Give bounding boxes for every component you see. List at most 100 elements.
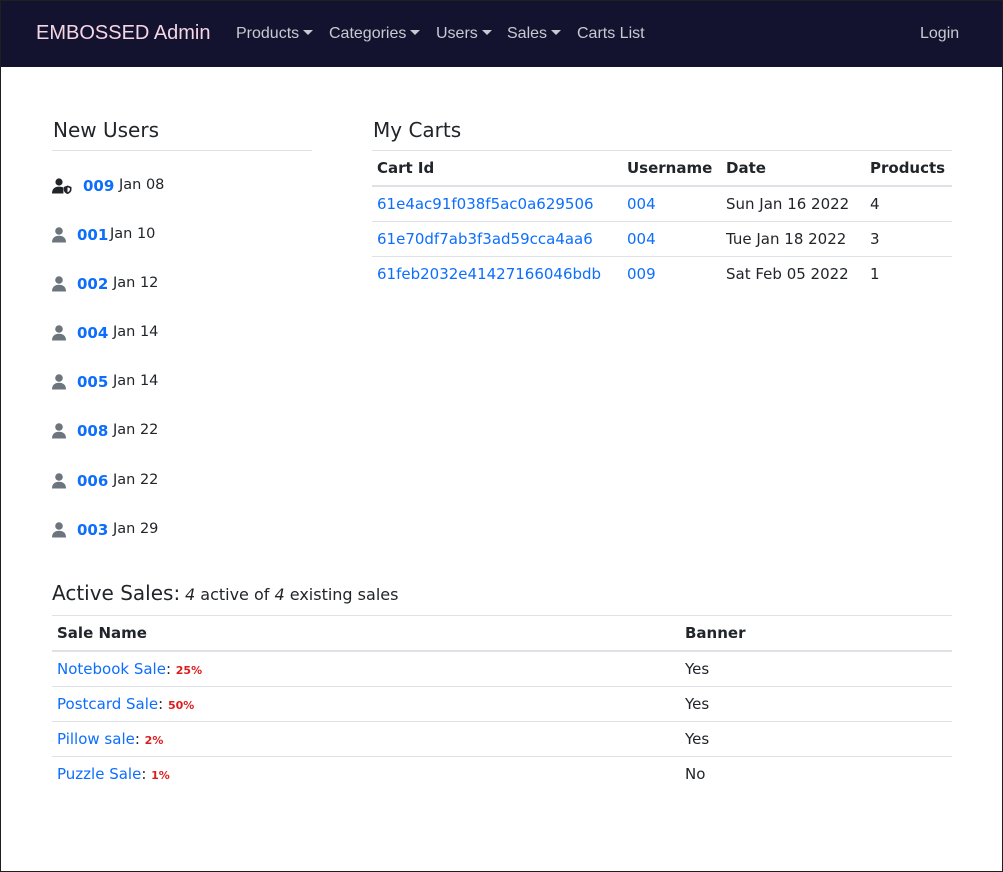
table-row: Pillow sale: 2% Yes	[52, 721, 952, 757]
nav-carts-list-link[interactable]: Carts List	[577, 25, 645, 43]
username-cell: 004	[622, 186, 721, 222]
column-header-date: Date	[721, 151, 865, 187]
new-users-heading: New Users	[53, 118, 159, 142]
active-sales-title: Active Sales:	[52, 581, 181, 605]
caret-down-icon	[410, 30, 421, 35]
table-row: 61e4ac91f038f5ac0a629506 004 Sun Jan 16 …	[372, 186, 952, 222]
sale-name-cell: Postcard Sale: 50%	[52, 686, 680, 722]
table-row: 61feb2032e41427166046bdb 009 Sat Feb 05 …	[372, 256, 952, 291]
table-row: Puzzle Sale: 1% No	[52, 756, 952, 791]
date-cell: Tue Jan 18 2022	[721, 221, 865, 257]
carts-table: Cart Id Username Date Products 61e4ac91f…	[372, 151, 952, 291]
banner-cell: Yes	[680, 721, 952, 757]
sale-name-cell: Puzzle Sale: 1%	[57, 764, 170, 783]
date-cell: Sat Feb 05 2022	[726, 264, 849, 283]
active-count: 4	[184, 585, 196, 604]
user-join-date: Jan 14	[113, 373, 159, 389]
nav-sales-label: Sales	[507, 25, 548, 42]
brand-link[interactable]: EMBOSSED Admin	[36, 22, 211, 45]
user-id-link[interactable]: 001	[77, 226, 108, 244]
banner-cell: No	[685, 764, 706, 783]
user-join-date: Jan 22	[113, 422, 159, 438]
sale-percent: 50%	[167, 698, 195, 712]
nav-users-label: Users	[436, 25, 478, 42]
username-link[interactable]: 009	[627, 265, 656, 283]
active-sales-summary: 4 active of 4 existing sales	[185, 585, 398, 604]
user-id-link[interactable]: 008	[77, 422, 108, 440]
user-icon	[52, 473, 66, 489]
nav-categories-dropdown[interactable]: Categories	[329, 25, 421, 43]
user-id-link[interactable]: 004	[77, 324, 108, 342]
table-row: 61e70df7ab3f3ad59cca4aa6 004 Tue Jan 18 …	[372, 221, 952, 257]
sale-percent: 2%	[144, 733, 164, 747]
username-cell: 004	[622, 221, 721, 257]
sale-name-link[interactable]: Puzzle Sale	[57, 765, 141, 783]
table-header-row: Cart Id Username Date Products	[372, 151, 952, 187]
cart-id-link[interactable]: 61e70df7ab3f3ad59cca4aa6	[377, 230, 593, 248]
column-header-sale-name: Sale Name	[52, 616, 680, 652]
user-join-date: Jan 12	[113, 275, 159, 291]
user-icon	[52, 522, 66, 538]
active-sales-heading: Active Sales: 4 active of 4 existing sal…	[52, 581, 398, 605]
nav-products-dropdown[interactable]: Products	[236, 25, 314, 43]
total-count: 4	[274, 585, 285, 604]
sale-name-cell: Pillow sale: 2%	[52, 721, 680, 757]
caret-down-icon	[303, 30, 314, 35]
date-cell: Sun Jan 16 2022	[721, 186, 865, 222]
products-count-cell: 1	[870, 264, 880, 283]
total-text: existing sales	[284, 585, 399, 604]
caret-down-icon	[551, 30, 562, 35]
user-icon	[52, 423, 66, 439]
user-shield-icon	[52, 178, 72, 194]
sale-percent: 25%	[175, 663, 203, 677]
cart-id-cell: 61e4ac91f038f5ac0a629506	[372, 186, 622, 222]
user-join-date: Jan 22	[113, 472, 159, 488]
sale-percent: 1%	[151, 768, 170, 782]
top-navbar: EMBOSSED Admin Products Categories Users…	[1, 1, 1002, 67]
cart-id-cell: 61e70df7ab3f3ad59cca4aa6	[372, 221, 622, 257]
table-row: Notebook Sale: 25% Yes	[52, 651, 952, 687]
nav-categories-label: Categories	[329, 25, 407, 42]
nav-products-label: Products	[236, 25, 300, 42]
nav-sales-dropdown[interactable]: Sales	[507, 25, 562, 43]
sales-table: Sale Name Banner Notebook Sale: 25% Yes …	[52, 616, 952, 791]
column-header-products: Products	[865, 151, 952, 187]
divider	[52, 150, 312, 151]
user-icon	[52, 374, 66, 390]
table-row: Postcard Sale: 50% Yes	[52, 686, 952, 722]
user-join-date: Jan 08	[119, 177, 165, 193]
column-header-cart-id: Cart Id	[372, 151, 622, 187]
column-header-username: Username	[622, 151, 721, 187]
products-count-cell: 3	[865, 221, 952, 257]
sale-name-cell: Notebook Sale: 25%	[52, 651, 680, 687]
user-id-link[interactable]: 003	[77, 521, 108, 539]
cart-id-link[interactable]: 61feb2032e41427166046bdb	[377, 265, 601, 283]
user-join-date: Jan 29	[113, 521, 159, 537]
products-count-cell: 4	[865, 186, 952, 222]
sale-name-link[interactable]: Postcard Sale	[57, 695, 158, 713]
user-icon	[52, 276, 66, 292]
user-icon	[52, 227, 66, 243]
caret-down-icon	[481, 30, 492, 35]
my-carts-heading: My Carts	[373, 118, 462, 142]
nav-users-dropdown[interactable]: Users	[436, 25, 492, 43]
banner-cell: Yes	[680, 651, 952, 687]
username-link[interactable]: 004	[627, 195, 656, 213]
banner-cell: Yes	[680, 686, 952, 722]
sale-name-link[interactable]: Notebook Sale	[57, 660, 166, 678]
user-join-date: Jan 14	[113, 324, 159, 340]
sale-name-link[interactable]: Pillow sale	[57, 730, 135, 748]
user-join-date: Jan 10	[110, 226, 156, 242]
user-id-link[interactable]: 002	[77, 275, 108, 293]
table-header-row: Sale Name Banner	[52, 616, 952, 652]
user-id-link[interactable]: 009	[83, 177, 114, 195]
user-id-link[interactable]: 005	[77, 373, 108, 391]
cart-id-link[interactable]: 61e4ac91f038f5ac0a629506	[377, 195, 594, 213]
column-header-banner: Banner	[680, 616, 952, 652]
login-link[interactable]: Login	[920, 25, 959, 43]
cart-id-cell: 61feb2032e41427166046bdb	[372, 256, 622, 291]
username-cell: 009	[622, 256, 721, 291]
user-icon	[52, 325, 66, 341]
username-link[interactable]: 004	[627, 230, 656, 248]
user-id-link[interactable]: 006	[77, 472, 108, 490]
